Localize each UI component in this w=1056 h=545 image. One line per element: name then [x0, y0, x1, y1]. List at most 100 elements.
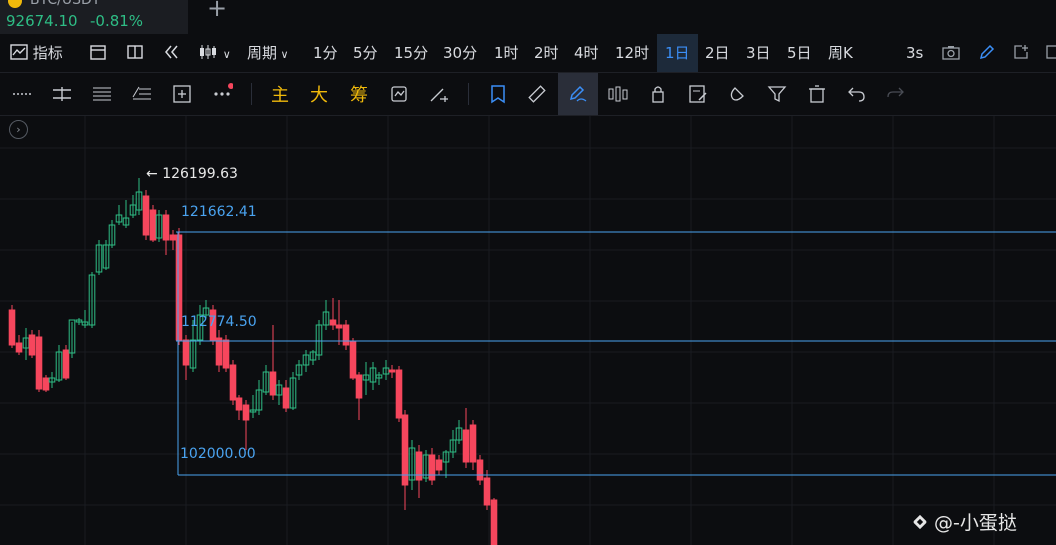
candle-body [282, 387, 290, 409]
interval-toolbar: 指标 ∨ 周期 ∨ 1分 5分 15分 30分 1时 2时 4时 12时 1日 … [0, 34, 1056, 73]
candle-body [215, 337, 223, 366]
lock-icon[interactable] [638, 73, 678, 115]
trash-icon[interactable] [797, 73, 837, 115]
candle-body [388, 369, 396, 373]
drawing-toolbar: 主 大 筹 [0, 73, 1056, 116]
ruler-icon[interactable] [517, 73, 557, 115]
filter-icon[interactable] [757, 73, 797, 115]
candle-body [62, 349, 70, 379]
indicator-chart-icon [10, 44, 28, 60]
refresh-rate[interactable]: 3s [906, 34, 923, 72]
more-tools-icon[interactable] [202, 73, 242, 115]
watermark: @-小蛋挞 [910, 508, 1017, 535]
trend-levels-icon[interactable] [122, 73, 162, 115]
edit-note-icon[interactable] [678, 73, 718, 115]
candle-body [395, 369, 403, 419]
toolbar-divider [468, 83, 469, 105]
period-dropdown[interactable]: 周期 ∨ [247, 34, 289, 72]
binance-logo-icon [913, 514, 927, 529]
sync-chart-icon[interactable] [379, 73, 419, 115]
candle-body [355, 374, 363, 399]
magnet-icon[interactable] [718, 73, 758, 115]
horizontal-ray-icon[interactable] [2, 73, 42, 115]
indicators-label: 指标 [32, 44, 63, 62]
candle-body [342, 324, 350, 346]
replay-icon[interactable] [162, 34, 180, 72]
candle-body [349, 341, 357, 379]
draw-pen-icon[interactable] [978, 34, 996, 72]
interval-4h[interactable]: 4时 [574, 34, 599, 72]
interval-12h[interactable]: 12时 [615, 34, 649, 72]
interval-30m[interactable]: 30分 [443, 34, 477, 72]
candle-body [15, 342, 23, 353]
candle-body [269, 371, 277, 396]
candle-body [242, 404, 250, 421]
more-window-icon[interactable] [1046, 34, 1056, 72]
candle-body [182, 339, 190, 366]
tab-bar: BTC/USDT 92674.10 -0.81% + [0, 0, 1056, 34]
symbol-label: BTC/USDT [30, 0, 101, 8]
candle-body [8, 309, 16, 346]
layout-icon[interactable] [126, 34, 144, 72]
add-annotation-icon[interactable] [162, 73, 202, 115]
candle-body [28, 334, 36, 356]
candle-body [169, 234, 177, 241]
add-tab-icon[interactable]: + [207, 0, 227, 20]
candle-body [222, 339, 230, 369]
watermark-text: @-小蛋挞 [934, 512, 1017, 534]
interval-15m[interactable]: 15分 [394, 34, 428, 72]
btc-coin-icon [8, 0, 22, 8]
candle-body [476, 459, 484, 481]
big-indicator-button[interactable]: 大 [310, 81, 328, 107]
candle-body [329, 319, 337, 326]
candle-body [435, 459, 443, 471]
interval-3d[interactable]: 3日 [746, 34, 771, 72]
interval-2h[interactable]: 2时 [534, 34, 559, 72]
price-change: -0.81% [90, 12, 144, 30]
calendar-icon[interactable] [89, 34, 107, 72]
brush-icon[interactable] [558, 73, 598, 115]
undo-icon[interactable] [836, 73, 876, 115]
interval-5m[interactable]: 5分 [353, 34, 378, 72]
interval-1d[interactable]: 1日 [657, 34, 698, 72]
candle-body [335, 324, 343, 329]
candles-icon[interactable] [598, 73, 638, 115]
camera-icon[interactable] [941, 34, 961, 72]
candle-body [149, 209, 157, 241]
last-price: 92674.10 [6, 12, 78, 30]
interval-1m[interactable]: 1分 [313, 34, 338, 72]
parallel-lines-icon[interactable] [42, 73, 82, 115]
main-indicator-button[interactable]: 主 [271, 81, 289, 107]
add-window-icon[interactable] [1012, 34, 1030, 72]
candle-type-icon [200, 45, 216, 59]
interval-week[interactable]: 周K [828, 34, 853, 72]
candle-body [142, 195, 150, 236]
candle-body [229, 364, 237, 401]
candle-body [428, 454, 436, 481]
candle-body [235, 397, 243, 411]
redo-icon[interactable] [876, 73, 916, 115]
chevron-down-icon: ∨ [222, 48, 231, 61]
level-line-label-2: 112774.50 [181, 314, 257, 330]
indicators-button[interactable]: 指标 [10, 34, 63, 72]
interval-1h[interactable]: 1时 [494, 34, 519, 72]
candle-body [415, 451, 423, 481]
symbol-tab[interactable]: BTC/USDT 92674.10 -0.81% [0, 0, 188, 34]
candle-body [490, 499, 498, 545]
candle-body [469, 424, 477, 463]
interval-2d[interactable]: 2日 [705, 34, 730, 72]
bookmark-icon[interactable] [478, 73, 518, 115]
chart-type-dropdown[interactable]: ∨ [198, 34, 231, 72]
candle-body [483, 477, 491, 506]
chevron-down-icon: ∨ [277, 48, 289, 61]
fib-lines-icon[interactable] [82, 73, 122, 115]
trend-adjust-icon[interactable] [419, 73, 459, 115]
interval-5d[interactable]: 5日 [787, 34, 812, 72]
period-label: 周期 [247, 44, 278, 62]
level-line-label-1: 121662.41 [181, 204, 257, 220]
chips-indicator-button[interactable]: 筹 [350, 81, 368, 107]
expand-panel-icon[interactable]: › [9, 120, 28, 139]
candle-body [35, 336, 43, 390]
toolbar-divider [251, 83, 252, 105]
candle-body [42, 377, 50, 391]
